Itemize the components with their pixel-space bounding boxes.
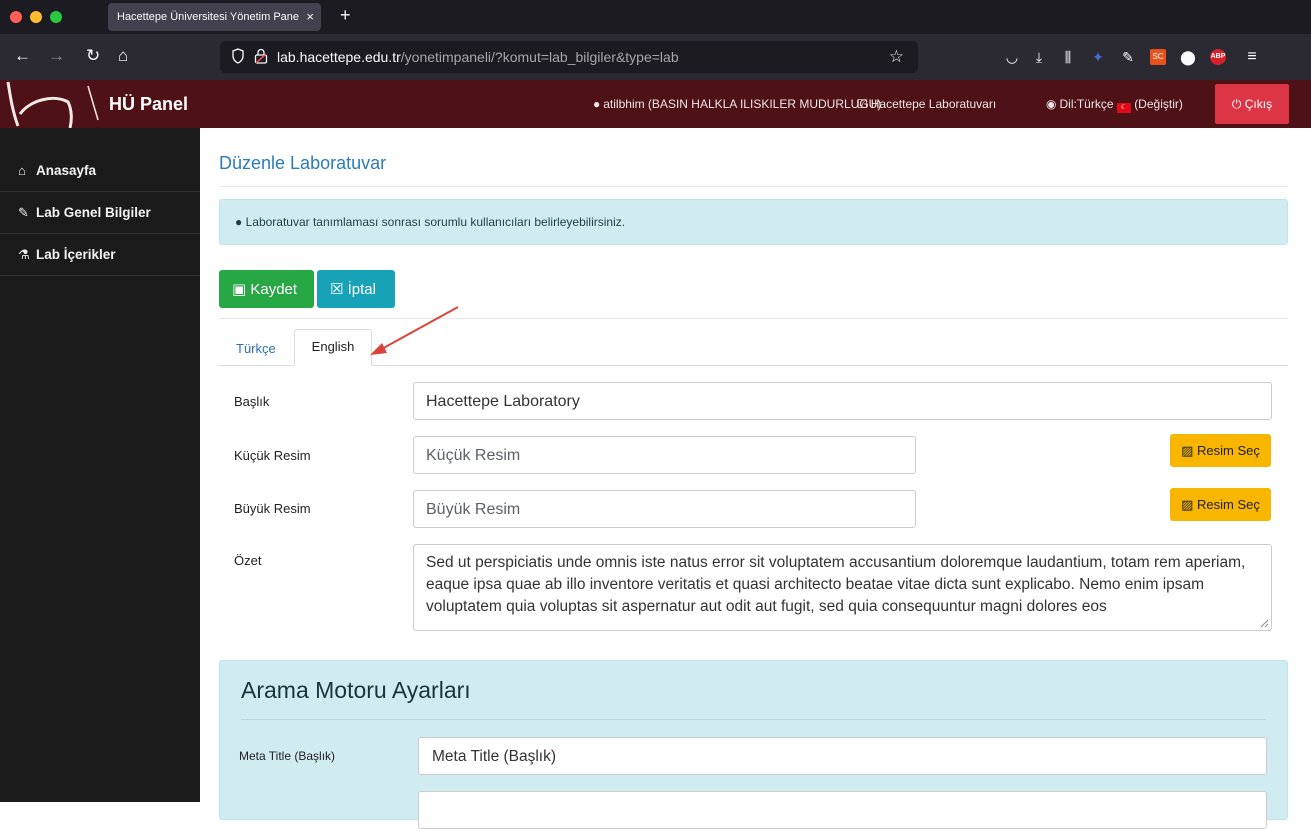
annotation-arrow-icon bbox=[370, 306, 459, 355]
reload-icon[interactable]: ↻ bbox=[86, 47, 100, 65]
info-alert: ● Laboratuvar tanımlaması sonrası soruml… bbox=[219, 199, 1288, 245]
logout-label: Çıkış bbox=[1244, 97, 1273, 111]
url-host: lab.hacettepe.edu.tr bbox=[277, 49, 401, 65]
url-text[interactable]: lab.hacettepe.edu.tr/yonetimpaneli/?komu… bbox=[277, 49, 679, 65]
save-button[interactable]: ▣ Kaydet bbox=[219, 270, 314, 308]
title-label: Başlık bbox=[234, 394, 270, 409]
sidebar-item-lab-contents[interactable]: ⚗ Lab İçerikler bbox=[0, 234, 200, 276]
small-image-choose-button[interactable]: ▨ Resim Seç bbox=[1170, 434, 1271, 467]
browser-tab[interactable]: Hacettepe Üniversitesi Yönetim Pane × bbox=[108, 3, 321, 31]
app-header: HÜ Panel ● atilbhim (BASIN HALKLA ILISKIL… bbox=[0, 80, 1311, 128]
sc-extension-icon[interactable]: SC bbox=[1150, 49, 1166, 65]
change-language-link[interactable]: (Değiştir) bbox=[1134, 97, 1183, 111]
summary-text: Sed ut perspiciatis unde omnis iste natu… bbox=[426, 554, 1246, 615]
header-lab[interactable]: ☑ Hacettepe Laboratuvarı bbox=[857, 97, 996, 111]
divider bbox=[241, 719, 1266, 720]
shield-icon[interactable] bbox=[232, 48, 244, 64]
brand-title: HÜ Panel bbox=[109, 94, 189, 114]
home-icon[interactable]: ⌂ bbox=[118, 47, 128, 65]
header-lab-label: Hacettepe Laboratuvarı bbox=[870, 97, 997, 111]
tab-turkish[interactable]: Türkçe bbox=[236, 341, 276, 356]
divider bbox=[219, 186, 1288, 187]
sidebar-item-label: Anasayfa bbox=[36, 163, 97, 178]
pocket-icon[interactable]: ◡ bbox=[1004, 49, 1020, 65]
checkbox-icon: ☑ bbox=[857, 97, 868, 111]
large-image-input[interactable]: Büyük Resim bbox=[413, 490, 916, 528]
url-path: /yonetimpaneli/?komut=lab_bilgiler&type=… bbox=[400, 49, 679, 65]
power-icon: ⏻ bbox=[1231, 97, 1242, 111]
sidebar-item-home[interactable]: ⌂ Anasayfa bbox=[0, 150, 200, 192]
sidebar: ⌂ Anasayfa ✎ Lab Genel Bilgiler ⚗ Lab İçeri… bbox=[0, 128, 200, 802]
lock-warning-icon[interactable] bbox=[254, 48, 268, 65]
forward-icon[interactable]: → bbox=[48, 47, 65, 65]
bookmark-star-icon[interactable]: ☆ bbox=[889, 47, 904, 67]
turkish-flag-icon: ☾ bbox=[1116, 103, 1131, 113]
image-icon: ▨ bbox=[1181, 443, 1194, 458]
library-icon[interactable]: ⫼ bbox=[1060, 49, 1076, 65]
title-input[interactable]: Hacettepe Laboratory bbox=[413, 382, 1272, 420]
small-image-label: Küçük Resim bbox=[234, 448, 311, 463]
back-icon[interactable]: ← bbox=[14, 47, 31, 65]
floppy-disk-icon: ▣ bbox=[232, 281, 247, 298]
sidebar-item-label: Lab Genel Bilgiler bbox=[36, 205, 151, 220]
globe-icon: ◉ bbox=[1046, 97, 1057, 111]
small-image-input[interactable]: Küçük Resim bbox=[413, 436, 916, 474]
browser-tab-title: Hacettepe Üniversitesi Yönetim Pane bbox=[117, 11, 300, 23]
info-icon: ● bbox=[235, 215, 243, 229]
tab-close-icon[interactable]: × bbox=[306, 9, 314, 24]
sidebar-item-label: Lab İçerikler bbox=[36, 247, 116, 262]
browser-toolbar: ← → ↻ ⌂ lab.hacettepe.edu.tr/yonetimpane… bbox=[0, 34, 1311, 80]
large-image-choose-button[interactable]: ▨ Resim Seç bbox=[1170, 488, 1271, 521]
main-content: Düzenle Laboratuvar ● Laboratuvar tanıml… bbox=[200, 128, 1311, 829]
meta-description-input[interactable] bbox=[418, 791, 1267, 829]
new-tab-button[interactable]: + bbox=[340, 5, 351, 26]
meta-title-label: Meta Title (Başlık) bbox=[239, 749, 336, 763]
extension-icon-2[interactable]: ✎ bbox=[1120, 49, 1136, 65]
cancel-label: İptal bbox=[347, 281, 376, 298]
adblock-icon[interactable]: ABP bbox=[1210, 49, 1226, 65]
home-icon: ⌂ bbox=[18, 163, 26, 178]
choose-image-label: Resim Seç bbox=[1197, 443, 1260, 458]
extension-icon-3[interactable]: ⬤ bbox=[1180, 49, 1196, 65]
seo-settings-panel: Arama Motoru Ayarları Meta Title (Başlık… bbox=[219, 660, 1288, 829]
user-circle-icon: ● bbox=[593, 97, 601, 111]
window-zoom-button[interactable] bbox=[50, 11, 62, 23]
header-user[interactable]: ● atilbhim (BASIN HALKLA ILISKILER MUDURL… bbox=[593, 97, 881, 111]
edit-icon: ✎ bbox=[18, 205, 29, 220]
info-alert-text: Laboratuvar tanımlaması sonrası sorumlu … bbox=[245, 215, 626, 229]
large-image-label: Büyük Resim bbox=[234, 501, 311, 516]
window-minimize-button[interactable] bbox=[30, 11, 42, 23]
browser-tabbar: Hacettepe Üniversitesi Yönetim Pane × + bbox=[0, 0, 1311, 34]
summary-label: Özet bbox=[234, 553, 262, 568]
close-box-icon: ☒ bbox=[330, 281, 344, 298]
meta-title-input[interactable]: Meta Title (Başlık) bbox=[418, 737, 1267, 775]
flask-icon: ⚗ bbox=[18, 247, 30, 262]
logout-button[interactable]: ⏻ Çıkış bbox=[1215, 84, 1289, 124]
window-close-button[interactable] bbox=[10, 11, 22, 23]
url-bar[interactable]: lab.hacettepe.edu.tr/yonetimpaneli/?komu… bbox=[220, 41, 918, 73]
header-language[interactable]: ◉ Dil:Türkçe ☾ (Değiştir) bbox=[1046, 97, 1183, 113]
resize-handle-icon[interactable] bbox=[1260, 619, 1269, 628]
save-label: Kaydet bbox=[250, 281, 298, 298]
menu-icon[interactable]: ≡ bbox=[1244, 49, 1260, 65]
header-user-label: atilbhim (BASIN HALKLA ILISKILER MUDURLU… bbox=[603, 97, 882, 111]
language-label: Dil:Türkçe bbox=[1059, 97, 1114, 111]
extension-icon[interactable]: ✦ bbox=[1090, 49, 1106, 65]
logo-area[interactable]: HÜ Panel bbox=[0, 80, 200, 128]
image-icon: ▨ bbox=[1181, 497, 1194, 512]
downloads-icon[interactable]: ⤓ bbox=[1031, 49, 1047, 65]
page-title: Düzenle Laboratuvar bbox=[219, 153, 387, 173]
summary-textarea[interactable]: Sed ut perspiciatis unde omnis iste natu… bbox=[413, 544, 1272, 631]
sidebar-item-lab-general[interactable]: ✎ Lab Genel Bilgiler bbox=[0, 192, 200, 234]
hu-logo-icon bbox=[6, 81, 99, 128]
choose-image-label: Resim Seç bbox=[1197, 497, 1260, 512]
seo-title: Arama Motoru Ayarları bbox=[241, 677, 471, 703]
